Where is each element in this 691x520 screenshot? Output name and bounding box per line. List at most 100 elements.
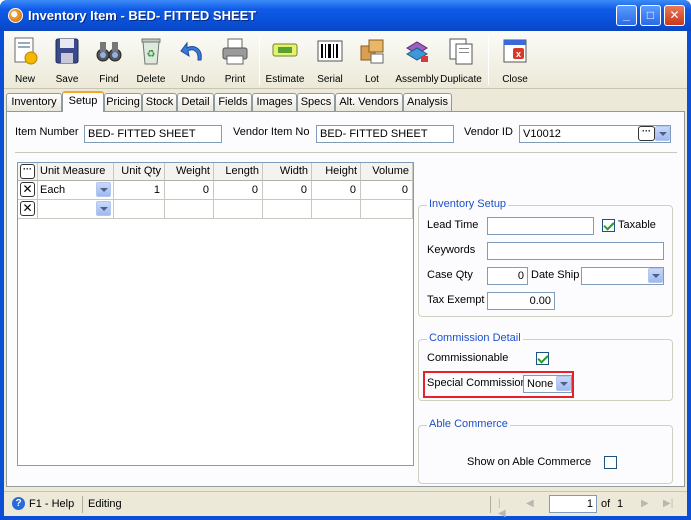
- case-qty-field[interactable]: 0: [487, 267, 528, 285]
- grid-options-button[interactable]: ···: [20, 164, 35, 179]
- duplicate-label: Duplicate: [440, 74, 482, 85]
- status-separator: [82, 496, 83, 513]
- table-cell-unit-measure[interactable]: [38, 200, 114, 219]
- table-cell-width[interactable]: [263, 200, 312, 219]
- table-cell-height[interactable]: 0: [312, 181, 361, 200]
- svg-text:♻: ♻: [147, 49, 156, 60]
- commissionable-checkbox[interactable]: [536, 352, 549, 365]
- duplicate-pages-icon: [449, 38, 473, 65]
- commission-detail-group: Commission Detail Commissionable Special…: [418, 332, 673, 401]
- last-record-icon[interactable]: ▶|: [663, 499, 673, 509]
- column-header-weight[interactable]: Weight: [165, 163, 214, 181]
- estimate-icon: [272, 43, 298, 57]
- case-qty-label: Case Qty: [427, 269, 473, 281]
- tab-pricing[interactable]: Pricing: [104, 93, 142, 111]
- recycle-bin-icon: ♻: [141, 38, 161, 65]
- tab-analysis[interactable]: Analysis: [403, 93, 452, 111]
- unit-measure-grid[interactable]: ··· Unit Measure Unit Qty Weight Length …: [17, 162, 414, 466]
- status-bar: ? F1 - Help Editing |◀ ◀ 1 of 1 ▶ ▶|: [4, 491, 687, 519]
- table-cell-length[interactable]: [214, 200, 263, 219]
- window-frame: Inventory Item - BED- FITTED SHEET _ □ ✕…: [0, 0, 691, 520]
- total-pages: 1: [617, 498, 624, 510]
- tab-specs[interactable]: Specs: [297, 93, 335, 111]
- vendor-item-no-field[interactable]: BED- FITTED SHEET: [316, 125, 454, 143]
- duplicate-button[interactable]: Duplicate: [440, 33, 482, 87]
- table-row-selector[interactable]: ✕: [18, 181, 38, 200]
- date-ship-label: Date Ship: [531, 269, 580, 281]
- close-label: Close: [502, 74, 528, 85]
- maximize-button[interactable]: □: [640, 5, 661, 26]
- vendor-id-dropdown[interactable]: [655, 126, 670, 141]
- setup-panel: Item Number BED- FITTED SHEET Vendor Ite…: [6, 111, 685, 487]
- commission-detail-title: Commission Detail: [427, 332, 523, 344]
- tab-images[interactable]: Images: [252, 93, 297, 111]
- tab-setup[interactable]: Setup: [62, 91, 104, 112]
- minimize-button[interactable]: _: [616, 5, 637, 26]
- unit-measure-dropdown[interactable]: [96, 182, 111, 197]
- tab-strip: Inventory Setup Pricing Stock Detail Fie…: [4, 91, 687, 112]
- toolbar: New Save Find ♻ Delete Undo Print Estima…: [4, 31, 687, 89]
- special-commission-dropdown[interactable]: [556, 376, 571, 391]
- delete-row-icon[interactable]: ✕: [20, 182, 35, 197]
- lead-time-label: Lead Time: [427, 219, 479, 231]
- keywords-field[interactable]: [487, 242, 664, 260]
- new-document-icon: [14, 37, 38, 65]
- column-header-volume[interactable]: Volume: [361, 163, 413, 181]
- item-number-label: Item Number: [15, 126, 79, 138]
- vendor-item-no-label: Vendor Item No: [233, 126, 310, 138]
- column-header-height[interactable]: Height: [312, 163, 361, 181]
- column-header-width[interactable]: Width: [263, 163, 312, 181]
- barcode-icon: [317, 40, 343, 62]
- table-cell-unit-qty[interactable]: [114, 200, 165, 219]
- show-on-able-commerce-label: Show on Able Commerce: [467, 456, 592, 468]
- table-cell-unit-measure[interactable]: Each: [38, 181, 114, 200]
- tab-detail[interactable]: Detail: [177, 93, 214, 111]
- column-header-unit-qty[interactable]: Unit Qty: [114, 163, 165, 181]
- lead-time-field[interactable]: [487, 217, 594, 235]
- close-window-icon: x: [503, 39, 527, 63]
- estimate-button[interactable]: Estimate: [264, 33, 306, 87]
- table-cell-width[interactable]: 0: [263, 181, 312, 200]
- tab-fields[interactable]: Fields: [214, 93, 252, 111]
- next-record-icon[interactable]: ▶: [641, 499, 651, 509]
- tab-inventory[interactable]: Inventory: [6, 93, 62, 111]
- tab-alt-vendors[interactable]: Alt. Vendors: [335, 93, 403, 111]
- table-cell-unit-qty[interactable]: 1: [114, 181, 165, 200]
- title-bar[interactable]: Inventory Item - BED- FITTED SHEET _ □ ✕: [0, 0, 691, 31]
- app-icon: [8, 8, 23, 23]
- unit-measure-value: Each: [40, 184, 66, 196]
- special-commission-label: Special Commission: [427, 377, 527, 389]
- table-cell-weight[interactable]: 0: [165, 181, 214, 200]
- close-window-button[interactable]: ✕: [664, 5, 685, 26]
- assembly-blocks-icon: [406, 41, 428, 62]
- lot-button[interactable]: Lot: [351, 33, 393, 87]
- previous-record-icon[interactable]: ◀: [526, 499, 536, 509]
- column-header-length[interactable]: Length: [214, 163, 263, 181]
- first-record-icon[interactable]: |◀: [498, 499, 508, 519]
- keywords-label: Keywords: [427, 244, 476, 256]
- help-icon[interactable]: ?: [12, 497, 25, 510]
- page-number-field[interactable]: 1: [549, 495, 597, 513]
- table-cell-volume[interactable]: [361, 200, 413, 219]
- show-on-able-commerce-checkbox[interactable]: [604, 456, 617, 469]
- print-button[interactable]: Print: [214, 33, 256, 87]
- vendor-lookup-button[interactable]: ···: [638, 126, 655, 141]
- table-cell-volume[interactable]: 0: [361, 181, 413, 200]
- status-separator: [490, 496, 491, 513]
- column-header-unit-measure[interactable]: Unit Measure: [38, 163, 114, 181]
- taxable-checkbox[interactable]: [602, 219, 615, 232]
- close-button[interactable]: x Close: [494, 33, 536, 87]
- tab-stock[interactable]: Stock: [142, 93, 177, 111]
- client-area: New Save Find ♻ Delete Undo Print Estima…: [4, 31, 687, 519]
- table-cell-weight[interactable]: [165, 200, 214, 219]
- table-cell-height[interactable]: [312, 200, 361, 219]
- table-cell-length[interactable]: 0: [214, 181, 263, 200]
- date-ship-dropdown[interactable]: [648, 268, 663, 283]
- tax-exempt-field[interactable]: 0.00: [487, 292, 555, 310]
- grid-row-selector-header[interactable]: ···: [18, 163, 38, 181]
- unit-measure-dropdown[interactable]: [96, 201, 111, 216]
- printer-icon: [222, 38, 248, 65]
- item-number-field[interactable]: BED- FITTED SHEET: [84, 125, 222, 143]
- delete-row-icon[interactable]: ✕: [20, 201, 35, 216]
- table-row-selector[interactable]: ✕: [18, 200, 38, 219]
